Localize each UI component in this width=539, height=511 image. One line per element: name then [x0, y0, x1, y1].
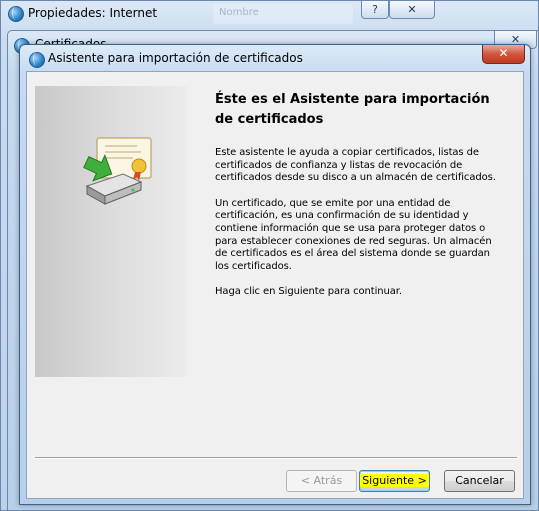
wizard-side-panel — [35, 86, 187, 377]
wizard-paragraph-intro: Este asistente le ayuda a copiar certifi… — [215, 147, 496, 184]
back-button[interactable]: < Atrás — [286, 470, 357, 492]
wizard-client-area: Éste es el Asistente para importación de… — [26, 71, 524, 499]
ghost-tab-label: Nombre — [219, 7, 259, 18]
certificate-import-icon — [83, 137, 152, 205]
ghost-column-header: Nombre — [213, 4, 353, 24]
internet-properties-close-button[interactable]: ✕ — [389, 1, 435, 19]
wizard-paragraph-continue: Haga clic en Siguiente para continuar. — [215, 286, 402, 298]
wizard-heading: Éste es el Asistente para importación de… — [215, 92, 490, 127]
help-button[interactable]: ? — [361, 1, 389, 19]
button-separator — [35, 457, 517, 459]
wizard-title: Asistente para importación de certificad… — [48, 51, 303, 65]
internet-properties-title: Propiedades: Internet — [28, 6, 158, 20]
internet-properties-titlebar: Propiedades: Internet Nombre ? ✕ — [1, 1, 538, 27]
next-button[interactable]: Siguiente > — [359, 470, 430, 492]
cancel-button[interactable]: Cancelar — [444, 470, 515, 492]
next-button-label: Siguiente > — [360, 474, 429, 487]
certificate-import-wizard-window: Asistente para importación de certificad… — [19, 44, 531, 505]
wizard-globe-icon — [29, 52, 45, 68]
wizard-close-button[interactable]: ✕ — [482, 45, 525, 64]
wizard-content: Éste es el Asistente para importación de… — [215, 90, 505, 312]
internet-globe-icon — [8, 6, 24, 22]
wizard-paragraph-certificate: Un certificado, que se emite por una ent… — [215, 197, 492, 272]
